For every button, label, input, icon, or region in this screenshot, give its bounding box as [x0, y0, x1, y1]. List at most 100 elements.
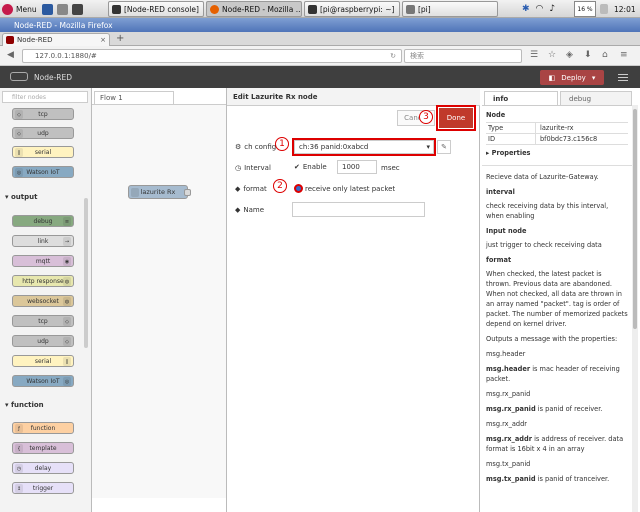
- download-icon[interactable]: ⬇: [584, 50, 592, 60]
- interval-label: ◷ Interval: [235, 164, 271, 172]
- taskbar-window-terminal[interactable]: [pi@raspberrypi: ~]: [304, 1, 400, 17]
- app-title: Node-RED: [34, 73, 73, 82]
- browser-navbar: ◀ 127.0.0.1:1880/# ↻ 検索 ☰ ☆ ◈ ⬇ ⌂ ≡: [0, 46, 640, 66]
- new-tab-icon[interactable]: +: [116, 33, 124, 44]
- info-sidebar: info debug Node Type lazurite-rx ID bf0b…: [480, 88, 640, 512]
- highlight-ch-config: [292, 138, 436, 156]
- node-icon: [131, 188, 139, 197]
- deploy-button[interactable]: ◧ Deploy ▾: [540, 70, 604, 85]
- tab-flow-1[interactable]: Flow 1: [94, 91, 174, 104]
- clock-icon: ◷: [235, 164, 242, 172]
- palette-node-serial-out[interactable]: serial ∥: [12, 355, 74, 367]
- palette-node-watson-out[interactable]: Watson IoT ◎: [12, 375, 74, 387]
- file-manager-icon[interactable]: [57, 3, 68, 15]
- node-heading: Node: [486, 111, 506, 119]
- nodered-favicon: [6, 36, 14, 44]
- sidebar-scrollbar[interactable]: [632, 105, 638, 512]
- palette-scrollbar[interactable]: [84, 198, 88, 348]
- back-icon[interactable]: ◀: [7, 50, 14, 60]
- palette-node-debug[interactable]: debug ≡: [12, 215, 74, 227]
- browser-launch-icon[interactable]: [42, 3, 53, 15]
- taskbar-window-console[interactable]: [Node-RED console]: [108, 1, 204, 17]
- edit-node-panel: Edit Lazurite Rx node Cancel Done 3 ⚙ ch…: [226, 88, 481, 512]
- reload-icon[interactable]: ↻: [390, 52, 396, 60]
- palette-node-websocket[interactable]: websocket ◍: [12, 295, 74, 307]
- bookmark-star-icon[interactable]: ☆: [548, 50, 556, 60]
- palette-node-tcp-out[interactable]: tcp ◇: [12, 315, 74, 327]
- palette-node-watson[interactable]: ◎ Watson IoT: [12, 166, 74, 178]
- filter-nodes-input[interactable]: filter nodes: [2, 91, 88, 103]
- tab-debug[interactable]: debug: [560, 91, 632, 105]
- node-description: Recieve data of Lazurite-Gateway. interv…: [482, 165, 632, 484]
- ch-config-label: ⚙ ch config: [235, 143, 277, 151]
- terminal-icon[interactable]: [72, 3, 83, 15]
- flow-node-lazurite-rx[interactable]: lazurite Rx: [128, 185, 191, 199]
- chevron-down-icon[interactable]: ▾: [592, 74, 596, 82]
- firefox-icon: [210, 4, 219, 14]
- reader-icon[interactable]: ☰: [530, 50, 538, 60]
- properties-toggle[interactable]: ▸ Properties: [482, 145, 632, 161]
- nodered-header: Node-RED ◧ Deploy ▾: [0, 66, 640, 88]
- palette-node-mqtt[interactable]: mqtt ◉: [12, 255, 74, 267]
- callout-1: 1: [275, 137, 289, 151]
- editor-title: Edit Lazurite Rx node: [227, 88, 481, 106]
- browser-tab-nodered[interactable]: Node-RED ×: [2, 33, 110, 46]
- home-icon[interactable]: ⌂: [602, 50, 608, 60]
- window-titlebar: Node-RED - Mozilla Firefox: [0, 18, 640, 32]
- search-input[interactable]: 検索: [404, 49, 522, 63]
- url-bar[interactable]: 127.0.0.1:1880/# ↻: [22, 49, 402, 63]
- pocket-icon[interactable]: ◈: [566, 50, 573, 60]
- palette-node-serial[interactable]: ∥ serial: [12, 146, 74, 158]
- latest-packet-checkbox[interactable]: receive only latest packet: [294, 184, 395, 193]
- palette-node-trigger[interactable]: ↕ trigger: [12, 482, 74, 494]
- browser-tabstrip: Node-RED × +: [0, 32, 640, 46]
- deploy-icon: ◧: [548, 73, 556, 82]
- node-type-row: Type lazurite-rx: [486, 122, 628, 133]
- callout-2: 2: [273, 179, 287, 193]
- node-palette: filter nodes ◇ tcp ◇ udp ∥ serial ◎ Watson I…: [0, 88, 92, 512]
- name-input[interactable]: [292, 202, 425, 217]
- palette-node-delay[interactable]: ◷ delay: [12, 462, 74, 474]
- taskbar-window-folder[interactable]: [pi]: [402, 1, 498, 17]
- workspace-canvas[interactable]: lazurite Rx: [92, 104, 226, 498]
- enable-checkbox[interactable]: ✔ Enable: [294, 163, 327, 171]
- battery-indicator[interactable]: 16 %: [574, 1, 596, 17]
- palette-node-template[interactable]: {template: [12, 442, 74, 454]
- output-port[interactable]: [184, 189, 191, 196]
- palette-node-udp-out[interactable]: udp ◇: [12, 335, 74, 347]
- pencil-icon: ✎: [441, 143, 447, 151]
- node-id-row: ID bf0bdc73.c156c8: [486, 133, 628, 145]
- interval-input[interactable]: 1000: [337, 160, 377, 174]
- volume-icon[interactable]: ♪: [549, 4, 555, 14]
- config-icon: ⚙: [235, 143, 242, 151]
- checkmark-icon: ✔: [294, 163, 300, 171]
- bluetooth-icon[interactable]: ✱: [522, 4, 530, 14]
- palette-node-function[interactable]: ƒ function: [12, 422, 74, 434]
- palette-node-udp[interactable]: ◇ udp: [12, 127, 74, 139]
- menu-icon[interactable]: ≡: [620, 50, 628, 60]
- info-content: Node Type lazurite-rx ID bf0bdc73.c156c8…: [482, 105, 632, 512]
- nodered-logo-icon: [10, 72, 28, 81]
- palette-category-function[interactable]: ▾ function: [5, 401, 44, 409]
- palette-node-link[interactable]: link →: [12, 235, 74, 247]
- clock: 12:01: [614, 4, 636, 14]
- hamburger-menu-icon[interactable]: [614, 70, 632, 85]
- edit-config-button[interactable]: ✎: [437, 140, 451, 154]
- tab-info[interactable]: info: [484, 91, 558, 105]
- palette-node-tcp[interactable]: ◇ tcp: [12, 108, 74, 120]
- folder-icon: [406, 4, 415, 14]
- raspberry-icon: [2, 3, 13, 15]
- checkbox-icon: [294, 184, 303, 193]
- taskbar-window-firefox[interactable]: Node-RED - Mozilla ...: [206, 1, 302, 17]
- palette-category-output[interactable]: ▾ output: [5, 193, 37, 201]
- menu-button[interactable]: Menu: [2, 1, 37, 17]
- wifi-icon[interactable]: ◠: [536, 4, 544, 14]
- flow-workspace: Flow 1 lazurite Rx: [92, 88, 226, 512]
- interval-unit: msec: [381, 164, 400, 172]
- terminal-icon: [112, 4, 121, 14]
- cpu-monitor-icon: [600, 1, 608, 17]
- tag-icon: ◆: [235, 185, 241, 193]
- tray: ✱ ◠ ♪: [522, 1, 555, 17]
- close-tab-icon[interactable]: ×: [100, 36, 109, 44]
- palette-node-http-response[interactable]: http response ◍: [12, 275, 74, 287]
